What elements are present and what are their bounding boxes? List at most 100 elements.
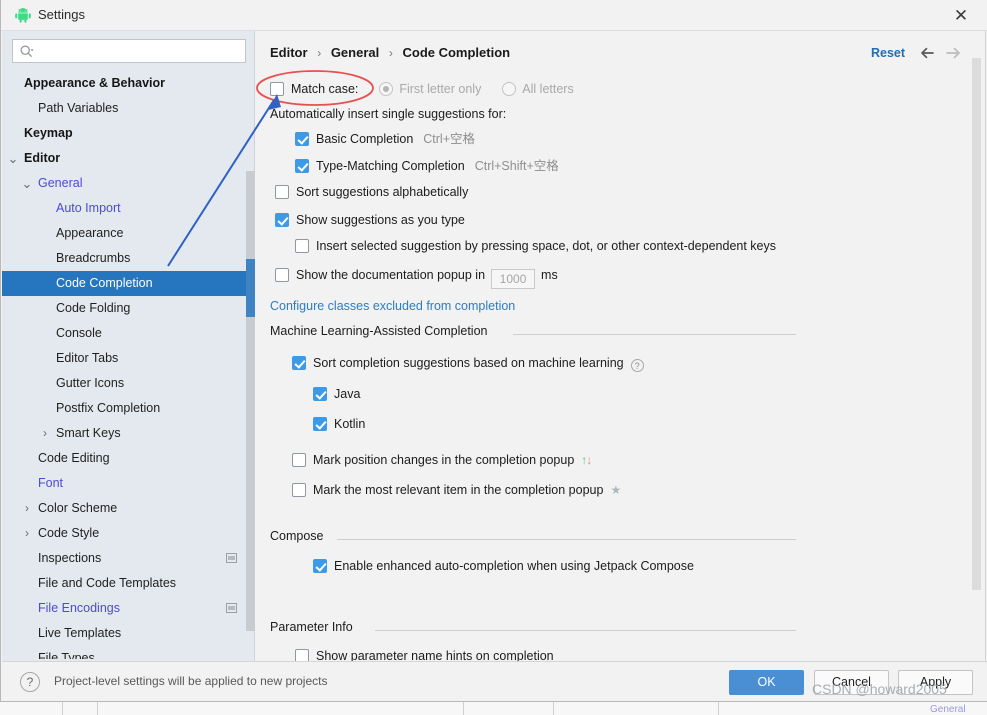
sidebar-item-code-folding[interactable]: Code Folding <box>2 296 255 321</box>
sidebar-item-label: Editor <box>24 151 61 165</box>
enable-compose-row: Enable enhanced auto-completion when usi… <box>313 555 694 577</box>
search-input[interactable] <box>39 41 239 61</box>
sidebar-item-file-encodings[interactable]: File Encodings <box>2 596 255 621</box>
all-letters-radio[interactable] <box>502 82 517 96</box>
mark-position-label: Mark position changes in the completion … <box>313 453 575 467</box>
close-icon[interactable]: ✕ <box>948 4 974 28</box>
sidebar-item-label: Breadcrumbs <box>56 251 131 265</box>
doc-popup-row: Show the documentation popup in 1000 ms <box>275 264 558 289</box>
configure-excluded-classes-link[interactable]: Configure classes excluded from completi… <box>270 299 515 313</box>
match-case-checkbox[interactable] <box>270 82 284 96</box>
doc-popup-unit: ms <box>541 268 558 282</box>
ml-language-kotlin-row: Kotlin <box>313 413 365 435</box>
show-as-you-type-label: Show suggestions as you type <box>296 213 465 227</box>
arrow-left-icon[interactable] <box>917 43 939 63</box>
sidebar-item-label: Appearance & Behavior <box>24 76 166 90</box>
sidebar-item-label: Postfix Completion <box>56 401 161 415</box>
sort-alphabetically-checkbox[interactable] <box>275 185 289 199</box>
mark-relevant-checkbox[interactable] <box>292 483 306 497</box>
doc-popup-delay-input[interactable]: 1000 <box>491 269 536 289</box>
project-scope-icon <box>226 553 237 563</box>
chevron-right-icon[interactable]: › <box>38 421 52 446</box>
sidebar-item-postfix-completion[interactable]: Postfix Completion <box>2 396 255 421</box>
sidebar-item-live-templates[interactable]: Live Templates <box>2 621 255 646</box>
param-section-title: Parameter Info <box>270 620 353 634</box>
sort-ml-row: Sort completion suggestions based on mac… <box>292 352 644 374</box>
sidebar-item-code-completion[interactable]: Code Completion <box>2 271 255 296</box>
show-param-hints-checkbox[interactable] <box>295 649 309 661</box>
settings-window-root: General Settings ✕ Appearance & Behavior… <box>0 0 987 715</box>
sidebar-item-appearance-behavior[interactable]: Appearance & Behavior <box>2 71 255 96</box>
mark-relevant-label: Mark the most relevant item in the compl… <box>313 483 604 497</box>
sidebar-item-smart-keys[interactable]: › Smart Keys <box>2 421 255 446</box>
sidebar-item-breadcrumbs[interactable]: Breadcrumbs <box>2 246 255 271</box>
insert-selected-checkbox[interactable] <box>295 239 309 253</box>
search-box[interactable] <box>12 39 246 63</box>
sidebar-item-inspections[interactable]: Inspections <box>2 546 255 571</box>
sidebar-item-code-editing[interactable]: Code Editing <box>2 446 255 471</box>
sidebar-item-file-and-code-templates[interactable]: File and Code Templates <box>2 571 255 596</box>
breadcrumb-item-editor[interactable]: Editor <box>270 45 308 60</box>
sidebar-item-file-types[interactable]: File Types <box>2 646 255 659</box>
title-bar: Settings ✕ <box>1 0 987 31</box>
sidebar-item-label: Inspections <box>38 551 102 565</box>
doc-popup-checkbox[interactable] <box>275 268 289 282</box>
chevron-down-icon[interactable]: ⌄ <box>6 146 20 171</box>
sidebar-item-label: Live Templates <box>38 626 122 640</box>
arrow-right-icon <box>942 43 964 63</box>
reset-link[interactable]: Reset <box>871 46 905 60</box>
breadcrumb: Editor › General › Code Completion <box>270 45 510 60</box>
chevron-down-icon[interactable]: ⌄ <box>20 171 34 196</box>
sidebar-scrollbar-thumb[interactable] <box>246 259 255 317</box>
content-scrollbar-track <box>985 31 986 661</box>
param-section-header: Parameter Info <box>270 620 987 640</box>
sidebar-item-label: Console <box>56 326 102 340</box>
ml-language-java-row: Java <box>313 383 360 405</box>
sort-alphabetically-row: Sort suggestions alphabetically <box>275 181 468 203</box>
basic-completion-checkbox[interactable] <box>295 132 309 146</box>
breadcrumb-separator: › <box>317 46 322 60</box>
mark-position-checkbox[interactable] <box>292 453 306 467</box>
sidebar-item-console[interactable]: Console <box>2 321 255 346</box>
sort-ml-checkbox[interactable] <box>292 356 306 370</box>
sidebar-item-label: Gutter Icons <box>56 376 125 390</box>
sidebar-item-editor[interactable]: ⌄ Editor <box>2 146 255 171</box>
match-case-label: Match case: <box>291 82 359 96</box>
chevron-right-icon[interactable]: › <box>20 521 34 546</box>
sidebar-scrollbar-track[interactable] <box>246 171 255 631</box>
content-scrollbar-thumb[interactable] <box>972 58 981 590</box>
sidebar-item-auto-import[interactable]: Auto Import <box>2 196 255 221</box>
mark-position-row: Mark position changes in the completion … <box>292 449 592 471</box>
sidebar-item-code-style[interactable]: › Code Style <box>2 521 255 546</box>
sidebar-item-label: General <box>38 176 83 190</box>
show-as-you-type-checkbox[interactable] <box>275 213 289 227</box>
show-as-you-type-row: Show suggestions as you type <box>275 209 465 231</box>
sidebar-item-editor-tabs[interactable]: Editor Tabs <box>2 346 255 371</box>
sidebar-item-font[interactable]: Font <box>2 471 255 496</box>
all-letters-label: All letters <box>522 82 574 96</box>
sidebar-item-label: File and Code Templates <box>38 576 177 590</box>
settings-tree[interactable]: Appearance & Behavior Path Variables Keyma… <box>2 71 255 659</box>
ml-java-checkbox[interactable] <box>313 387 327 401</box>
first-letter-only-radio[interactable] <box>379 82 394 96</box>
sidebar-item-gutter-icons[interactable]: Gutter Icons <box>2 371 255 396</box>
sidebar-item-path-variables[interactable]: Path Variables <box>2 96 255 121</box>
sidebar-item-keymap[interactable]: Keymap <box>2 121 255 146</box>
chevron-right-icon[interactable]: › <box>20 496 34 521</box>
sort-ml-label: Sort completion suggestions based on mac… <box>313 356 624 370</box>
ml-kotlin-checkbox[interactable] <box>313 417 327 431</box>
sidebar-item-label: Code Completion <box>56 276 153 290</box>
section-divider <box>375 630 796 631</box>
ok-button[interactable]: OK <box>729 670 804 695</box>
sidebar-item-appearance[interactable]: Appearance <box>2 221 255 246</box>
type-matching-completion-checkbox[interactable] <box>295 159 309 173</box>
help-icon[interactable]: ? <box>20 672 40 692</box>
sidebar-item-color-scheme[interactable]: › Color Scheme <box>2 496 255 521</box>
breadcrumb-item-general[interactable]: General <box>331 45 379 60</box>
help-icon[interactable]: ? <box>630 359 644 372</box>
sidebar-item-label: Color Scheme <box>38 501 118 515</box>
settings-content-panel: Editor › General › Code Completion Reset… <box>256 31 987 661</box>
auto-insert-label: Automatically insert single suggestions … <box>270 107 507 121</box>
enable-compose-checkbox[interactable] <box>313 559 327 573</box>
sidebar-item-general[interactable]: ⌄ General <box>2 171 255 196</box>
